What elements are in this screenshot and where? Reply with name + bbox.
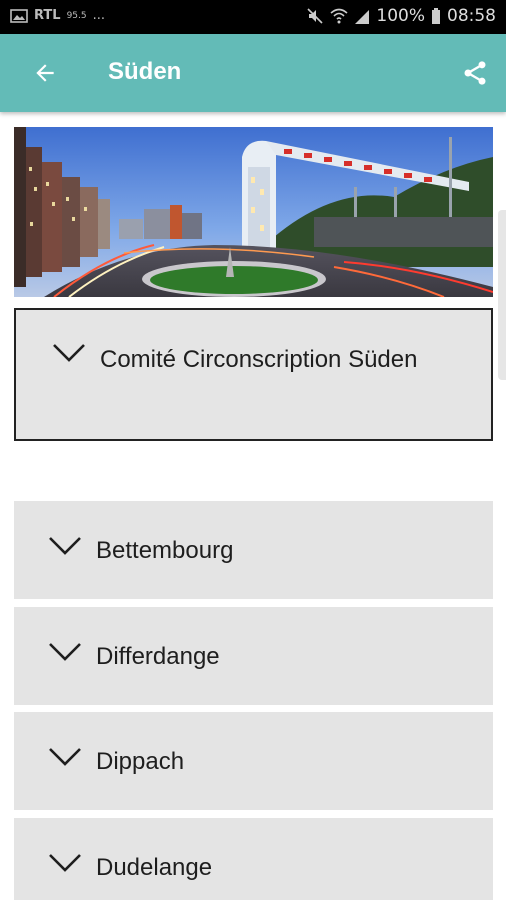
status-right: 100% 08:58 bbox=[306, 6, 496, 26]
share-icon bbox=[464, 61, 486, 85]
mute-icon bbox=[307, 8, 323, 24]
signal-icon bbox=[355, 10, 370, 24]
wifi-icon bbox=[330, 8, 348, 24]
hero-image bbox=[14, 127, 493, 297]
scroll-indicator bbox=[498, 210, 506, 380]
clock: 08:58 bbox=[447, 6, 496, 26]
chevron-down-icon bbox=[49, 537, 81, 555]
arrow-left-icon bbox=[36, 64, 54, 82]
status-radio: 95.5 bbox=[66, 10, 87, 21]
share-button[interactable] bbox=[458, 56, 492, 90]
accordion-item-differdange[interactable]: Differdange bbox=[14, 607, 493, 705]
chevron-down-icon bbox=[49, 854, 81, 872]
accordion-item-label: Dudelange bbox=[96, 854, 213, 881]
accordion-item-label: Differdange bbox=[96, 643, 220, 670]
accordion-item-dippach[interactable]: Dippach bbox=[14, 712, 493, 810]
accordion-comite-label: Comité Circonscription Süden bbox=[100, 346, 418, 373]
app-bar: Süden bbox=[0, 34, 506, 112]
status-rtl: RTL bbox=[34, 8, 61, 23]
accordion-item-bettembourg[interactable]: Bettembourg bbox=[14, 501, 493, 599]
city-photo bbox=[14, 127, 493, 297]
chevron-down-icon bbox=[53, 344, 85, 362]
accordion-comite[interactable]: Comité Circonscription Süden bbox=[14, 308, 493, 441]
accordion-item-dudelange[interactable]: Dudelange bbox=[14, 818, 493, 900]
status-left: RTL 95.5 ... bbox=[10, 8, 105, 23]
accordion-item-label: Bettembourg bbox=[96, 537, 234, 564]
back-button[interactable] bbox=[28, 56, 62, 90]
gallery-icon bbox=[10, 8, 28, 23]
accordion-item-label: Dippach bbox=[96, 748, 185, 775]
battery-icon bbox=[432, 8, 440, 24]
status-dots: ... bbox=[92, 8, 106, 23]
page-title: Süden bbox=[108, 58, 182, 85]
battery-percent: 100% bbox=[376, 6, 425, 26]
status-bar: RTL 95.5 ... 100% 08:58 bbox=[0, 0, 506, 34]
chevron-down-icon bbox=[49, 643, 81, 661]
chevron-down-icon bbox=[49, 748, 81, 766]
